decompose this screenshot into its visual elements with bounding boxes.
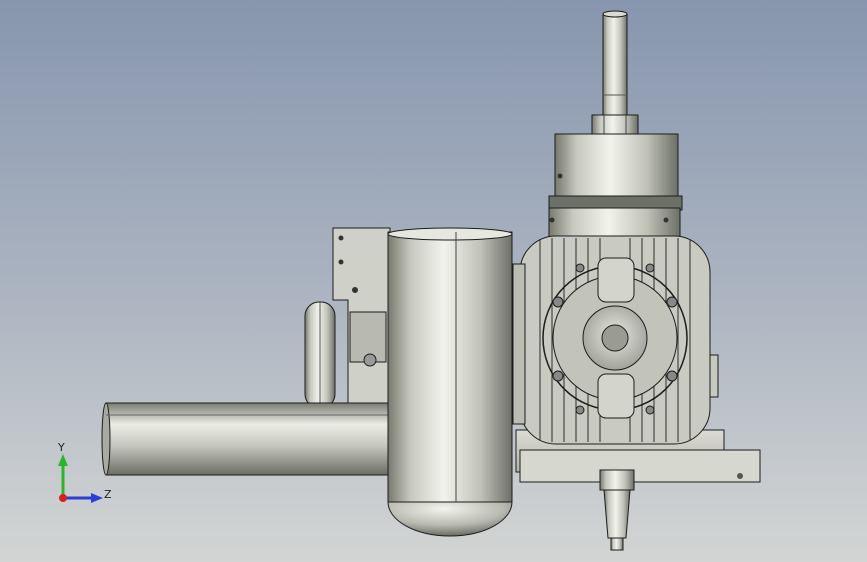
y-axis-head <box>58 454 68 466</box>
hex-nut <box>591 114 639 136</box>
muffler <box>387 227 513 537</box>
bearing-housing <box>548 133 683 239</box>
z-axis-label: Z <box>104 488 112 501</box>
exhaust-pipe <box>101 402 399 476</box>
engine-model[interactable] <box>0 0 867 562</box>
cooling-fin-cylinder <box>519 235 711 445</box>
carburetor-bracket <box>304 227 391 409</box>
output-shaft <box>602 10 628 119</box>
coordinate-triad: Y Z <box>48 436 118 512</box>
graphics-viewport[interactable]: Y Z <box>0 0 867 562</box>
z-axis-head <box>91 493 103 503</box>
x-axis-dot <box>59 494 67 502</box>
mount-plate <box>512 263 526 425</box>
y-axis-label: Y <box>58 441 65 454</box>
